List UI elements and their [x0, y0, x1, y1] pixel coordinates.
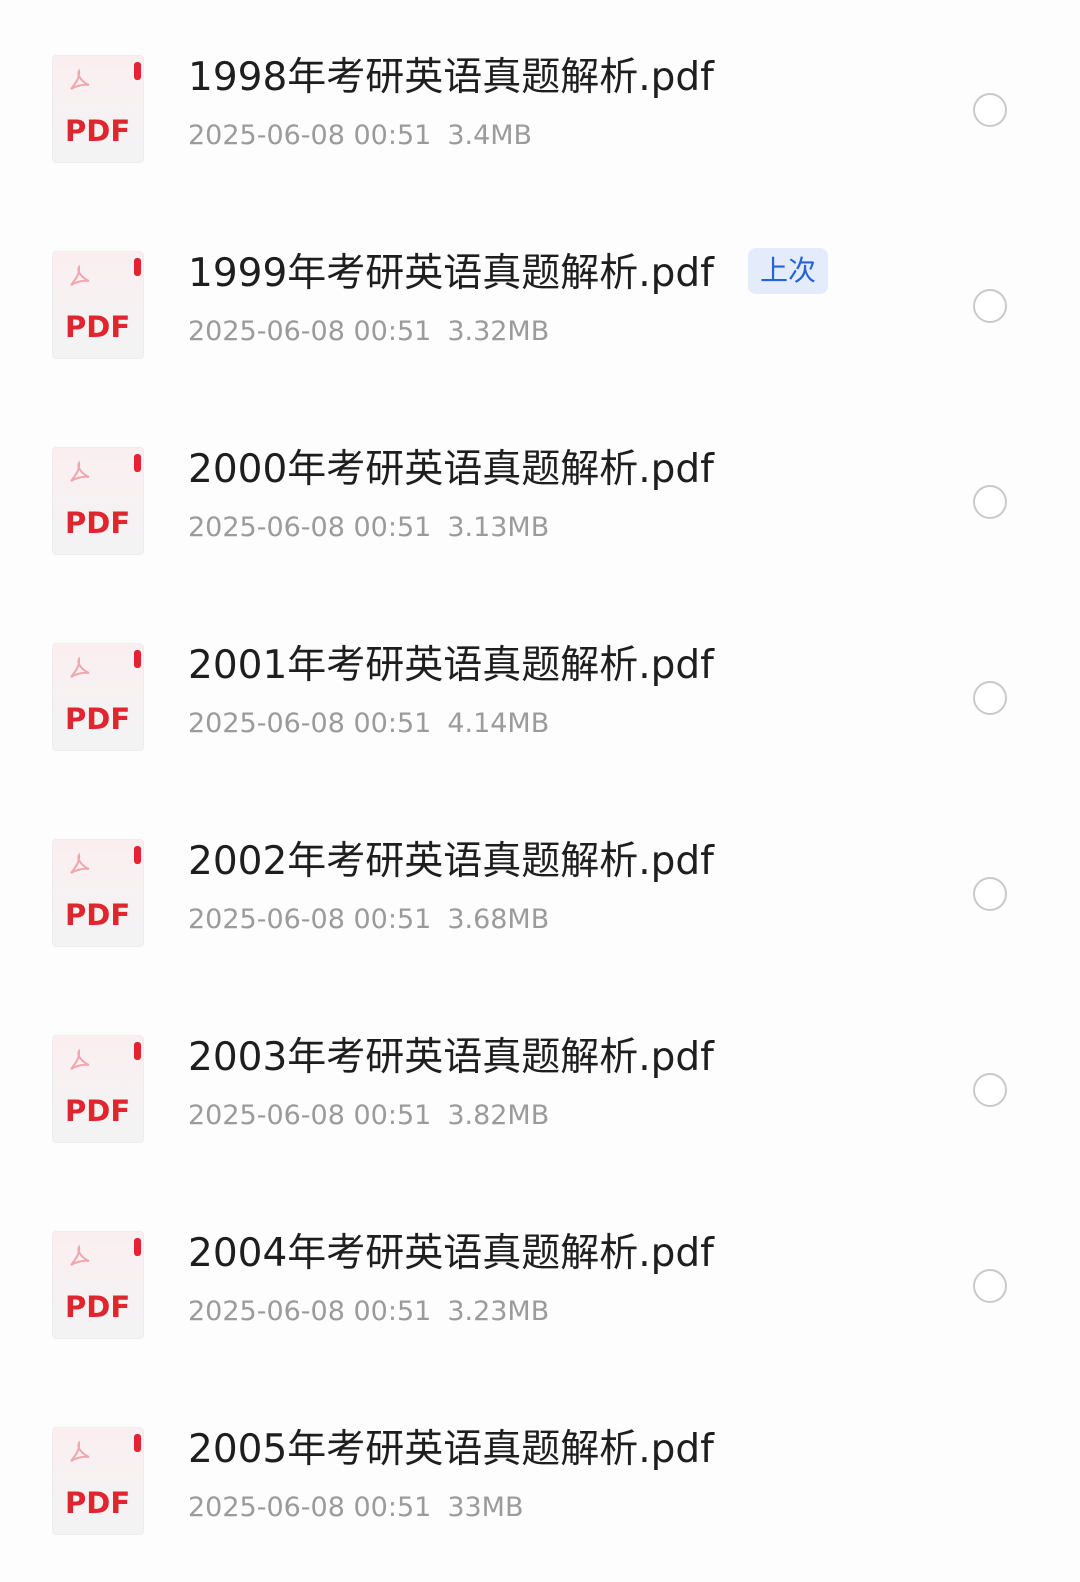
file-meta: 2025-06-08 00:51 4.14MB — [188, 706, 549, 742]
pdf-file-icon: PDF — [53, 840, 143, 946]
file-name[interactable]: 2002年考研英语真题解析.pdf — [188, 838, 714, 886]
file-meta: 2025-06-08 00:51 3.68MB — [188, 902, 549, 938]
pdf-label: PDF — [65, 1094, 131, 1128]
file-meta: 2025-06-08 00:51 3.32MB — [188, 314, 549, 350]
file-date: 2025-06-08 00:51 — [188, 1100, 432, 1131]
acrobat-icon — [70, 1440, 90, 1462]
file-name[interactable]: 1998年考研英语真题解析.pdf — [188, 54, 714, 102]
file-date: 2025-06-08 00:51 — [188, 512, 432, 543]
file-row[interactable]: PDF 2003年考研英语真题解析.pdf 2025-06-08 00:51 3.… — [0, 980, 1080, 1176]
pdf-file-icon: PDF — [53, 1036, 143, 1142]
select-radio[interactable] — [973, 681, 1007, 715]
bookmark-icon — [134, 650, 141, 668]
file-date: 2025-06-08 00:51 — [188, 1296, 432, 1327]
last-opened-badge: 上次 — [748, 248, 828, 294]
bookmark-icon — [134, 62, 141, 80]
acrobat-icon — [70, 68, 90, 90]
select-radio[interactable] — [973, 877, 1007, 911]
bookmark-icon — [134, 258, 141, 276]
select-radio[interactable] — [973, 1073, 1007, 1107]
file-name[interactable]: 2000年考研英语真题解析.pdf — [188, 446, 714, 494]
select-radio[interactable] — [973, 93, 1007, 127]
select-radio[interactable] — [973, 289, 1007, 323]
bookmark-icon — [134, 1042, 141, 1060]
file-row[interactable]: PDF 2005年考研英语真题解析.pdf 2025-06-08 00:51 33… — [0, 1372, 1080, 1568]
file-row[interactable]: PDF 2002年考研英语真题解析.pdf 2025-06-08 00:51 3.… — [0, 784, 1080, 980]
acrobat-icon — [70, 1244, 90, 1266]
file-date: 2025-06-08 00:51 — [188, 316, 432, 347]
file-name[interactable]: 2001年考研英语真题解析.pdf — [188, 642, 714, 690]
file-date: 2025-06-08 00:51 — [188, 708, 432, 739]
file-meta: 2025-06-08 00:51 3.13MB — [188, 510, 549, 546]
file-size: 3.68MB — [447, 904, 550, 935]
file-row[interactable]: PDF 2004年考研英语真题解析.pdf 2025-06-08 00:51 3.… — [0, 1176, 1080, 1372]
pdf-file-icon: PDF — [53, 1232, 143, 1338]
file-list: PDF 1998年考研英语真题解析.pdf 2025-06-08 00:51 3.… — [0, 0, 1080, 1582]
file-date: 2025-06-08 00:51 — [188, 1492, 432, 1523]
file-row[interactable]: PDF 2000年考研英语真题解析.pdf 2025-06-08 00:51 3.… — [0, 392, 1080, 588]
bookmark-icon — [134, 1434, 141, 1452]
select-radio[interactable] — [973, 1269, 1007, 1303]
pdf-label: PDF — [65, 702, 131, 736]
pdf-file-icon: PDF — [53, 644, 143, 750]
pdf-file-icon: PDF — [53, 448, 143, 554]
bookmark-icon — [134, 454, 141, 472]
pdf-label: PDF — [65, 1486, 131, 1520]
acrobat-icon — [70, 852, 90, 874]
file-size: 33MB — [447, 1492, 524, 1523]
file-size: 3.82MB — [447, 1100, 550, 1131]
select-radio[interactable] — [973, 485, 1007, 519]
file-date: 2025-06-08 00:51 — [188, 120, 432, 151]
file-name[interactable]: 2004年考研英语真题解析.pdf — [188, 1230, 714, 1278]
file-size: 3.32MB — [447, 316, 550, 347]
file-meta: 2025-06-08 00:51 3.82MB — [188, 1098, 549, 1134]
file-name[interactable]: 1999年考研英语真题解析.pdf — [188, 250, 714, 298]
acrobat-icon — [70, 1048, 90, 1070]
file-row[interactable]: PDF 1999年考研英语真题解析.pdf 上次 2025-06-08 00:5… — [0, 196, 1080, 392]
file-name[interactable]: 2005年考研英语真题解析.pdf — [188, 1426, 714, 1474]
pdf-label: PDF — [65, 1290, 131, 1324]
file-row[interactable]: PDF 2001年考研英语真题解析.pdf 2025-06-08 00:51 4.… — [0, 588, 1080, 784]
file-size: 3.13MB — [447, 512, 550, 543]
file-meta: 2025-06-08 00:51 33MB — [188, 1490, 524, 1526]
file-row[interactable]: PDF 1998年考研英语真题解析.pdf 2025-06-08 00:51 3.… — [0, 0, 1080, 196]
file-size: 3.4MB — [447, 120, 533, 151]
bookmark-icon — [134, 846, 141, 864]
file-size: 4.14MB — [447, 708, 550, 739]
pdf-file-icon: PDF — [53, 1428, 143, 1534]
file-meta: 2025-06-08 00:51 3.23MB — [188, 1294, 549, 1330]
pdf-label: PDF — [65, 898, 131, 932]
pdf-file-icon: PDF — [53, 56, 143, 162]
file-size: 3.23MB — [447, 1296, 550, 1327]
pdf-label: PDF — [65, 114, 131, 148]
file-date: 2025-06-08 00:51 — [188, 904, 432, 935]
pdf-file-icon: PDF — [53, 252, 143, 358]
bookmark-icon — [134, 1238, 141, 1256]
acrobat-icon — [70, 460, 90, 482]
acrobat-icon — [70, 656, 90, 678]
pdf-label: PDF — [65, 310, 131, 344]
acrobat-icon — [70, 264, 90, 286]
file-meta: 2025-06-08 00:51 3.4MB — [188, 118, 532, 154]
pdf-label: PDF — [65, 506, 131, 540]
file-name[interactable]: 2003年考研英语真题解析.pdf — [188, 1034, 714, 1082]
